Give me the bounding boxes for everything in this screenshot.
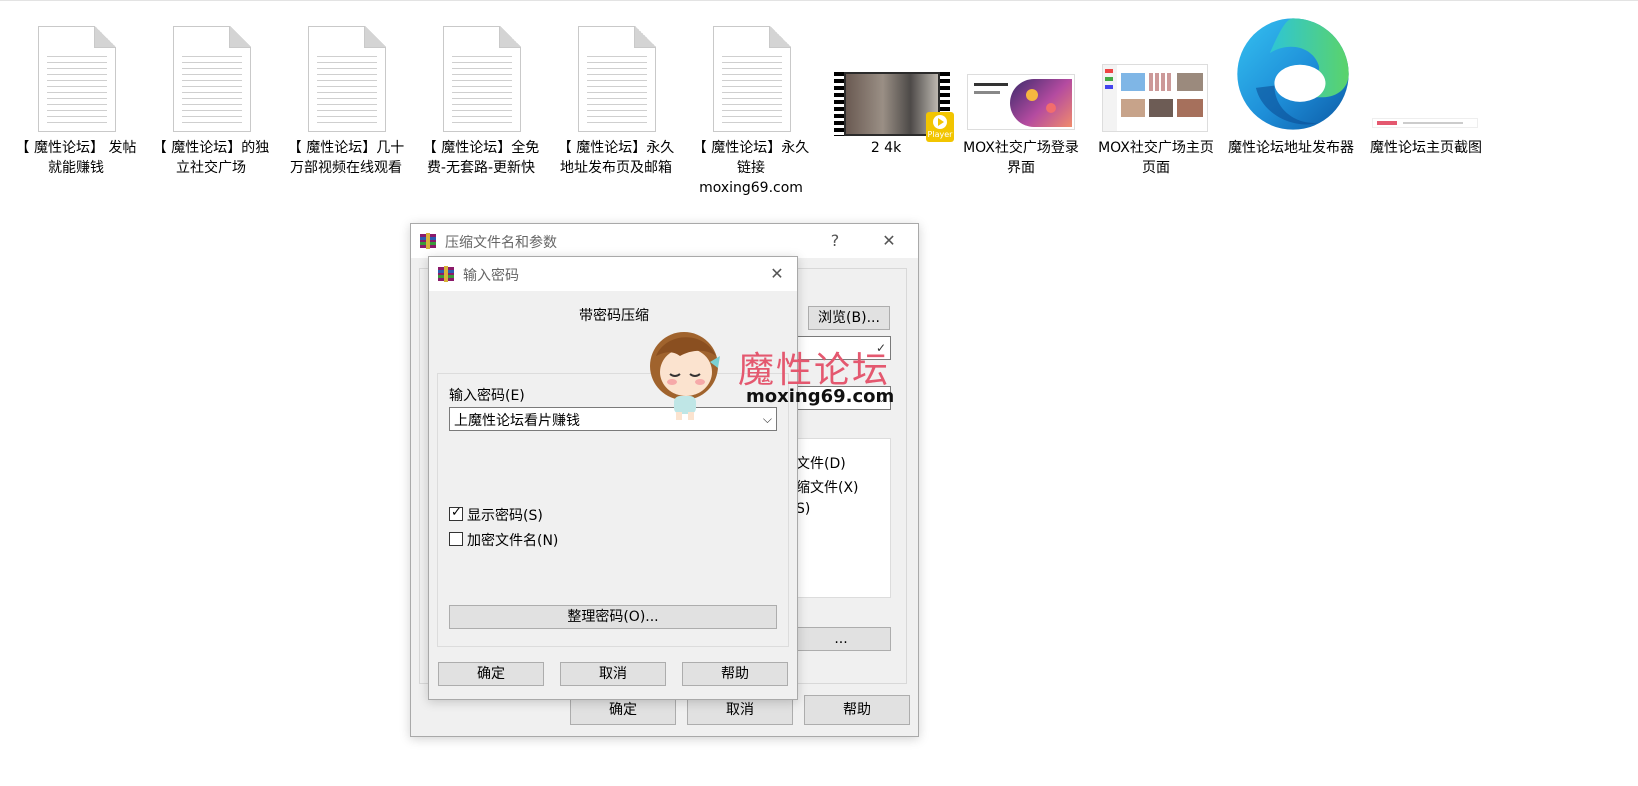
file-item[interactable]: 【 魔性论坛】的独立社交广场 (147, 16, 275, 178)
document-icon (282, 16, 410, 134)
checkmark-icon: ✓ (451, 505, 462, 520)
file-item[interactable]: MOX社交广场登录界面 (957, 16, 1085, 178)
password-heading: 带密码压缩 (579, 308, 649, 324)
help-icon[interactable]: ? (823, 230, 847, 252)
document-icon (147, 16, 275, 134)
winrar-icon (420, 233, 436, 249)
document-icon (12, 16, 140, 134)
password-dialog: 输入密码 ✕ 带密码压缩 输入密码(E) 上魔性论坛看片赚钱 ⌵ ✓ 显示密码(… (428, 256, 798, 700)
encrypt-filenames-checkbox[interactable] (449, 532, 463, 546)
encrypt-filenames-label: 加密文件名(N) (467, 533, 559, 549)
document-icon (552, 16, 680, 134)
password-value: 上魔性论坛看片赚钱 (454, 413, 580, 429)
browse-button[interactable]: 浏览(B)... (808, 306, 890, 330)
video-thumbnail: Player (822, 16, 954, 142)
file-name: MOX社交广场主页页面 (1098, 140, 1214, 176)
file-item[interactable]: 【 魔性论坛】永久链接moxing69.com (687, 16, 815, 198)
file-item[interactable]: MOX社交广场主页页面 (1092, 16, 1220, 178)
password-input[interactable]: 上魔性论坛看片赚钱 ⌵ (449, 407, 777, 431)
password-help-button[interactable]: 帮助 (682, 662, 788, 686)
watermark-url: moxing69.com (746, 386, 895, 407)
set-password-button[interactable]: ... (791, 627, 891, 651)
document-icon (687, 16, 815, 134)
option-item[interactable]: 文件(D) (796, 453, 846, 473)
archive-options-list: 文件(D) 缩文件(X) S) (791, 438, 891, 598)
top-divider (0, 0, 1638, 1)
close-icon[interactable]: ✕ (877, 230, 901, 252)
password-ok-button[interactable]: 确定 (438, 662, 544, 686)
close-icon[interactable]: ✕ (765, 263, 789, 285)
archive-title: 压缩文件名和参数 (445, 235, 557, 251)
password-cancel-button[interactable]: 取消 (560, 662, 666, 686)
player-badge-icon: Player (926, 112, 954, 142)
file-name: 【 魔性论坛】几十万部视频在线观看 (287, 140, 405, 176)
document-icon (417, 16, 545, 134)
image-thumbnail (957, 16, 1085, 134)
file-item[interactable]: 魔性论坛地址发布器 (1227, 16, 1355, 158)
file-item[interactable]: 【 魔性论坛】全免费-无套路-更新快 (417, 16, 545, 178)
password-titlebar: 输入密码 ✕ (429, 257, 797, 291)
file-name: 【 魔性论坛】永久地址发布页及邮箱 (557, 140, 675, 176)
file-name: 魔性论坛地址发布器 (1228, 140, 1354, 156)
file-item[interactable]: 【 魔性论坛】几十万部视频在线观看 (282, 16, 410, 178)
organize-passwords-button[interactable]: 整理密码(O)... (449, 605, 777, 629)
file-item[interactable]: 【 魔性论坛】 发帖就能赚钱 (12, 16, 140, 178)
archive-help-button[interactable]: 帮助 (804, 695, 910, 725)
file-name: 【 魔性论坛】 发帖就能赚钱 (15, 140, 137, 176)
show-password-checkbox[interactable]: ✓ (449, 505, 463, 521)
password-title: 输入密码 (463, 268, 519, 284)
mascot-watermark-icon (650, 332, 720, 420)
file-name: 魔性论坛主页截图 (1370, 140, 1482, 156)
winrar-icon (438, 266, 454, 282)
file-item[interactable]: 魔性论坛主页截图 (1362, 16, 1490, 158)
file-name: MOX社交广场登录界面 (963, 140, 1079, 176)
image-thumbnail (1092, 16, 1220, 134)
password-label: 输入密码(E) (449, 388, 525, 404)
edge-icon (1227, 16, 1355, 134)
file-name: 【 魔性论坛】永久链接moxing69.com (692, 140, 810, 196)
file-name: 【 魔性论坛】的独立社交广场 (152, 140, 270, 176)
file-name: 【 魔性论坛】全免费-无套路-更新快 (422, 140, 540, 176)
option-item[interactable]: 缩文件(X) (796, 477, 859, 497)
file-item[interactable]: 【 魔性论坛】永久地址发布页及邮箱 (552, 16, 680, 178)
chevron-down-icon[interactable]: ⌵ (763, 412, 772, 427)
file-item[interactable]: Player 2 4k (822, 16, 954, 158)
image-thumbnail (1362, 16, 1490, 134)
show-password-label: 显示密码(S) (467, 508, 543, 524)
archive-titlebar: 压缩文件名和参数 ? ✕ (411, 224, 918, 258)
option-item[interactable]: S) (796, 501, 810, 517)
